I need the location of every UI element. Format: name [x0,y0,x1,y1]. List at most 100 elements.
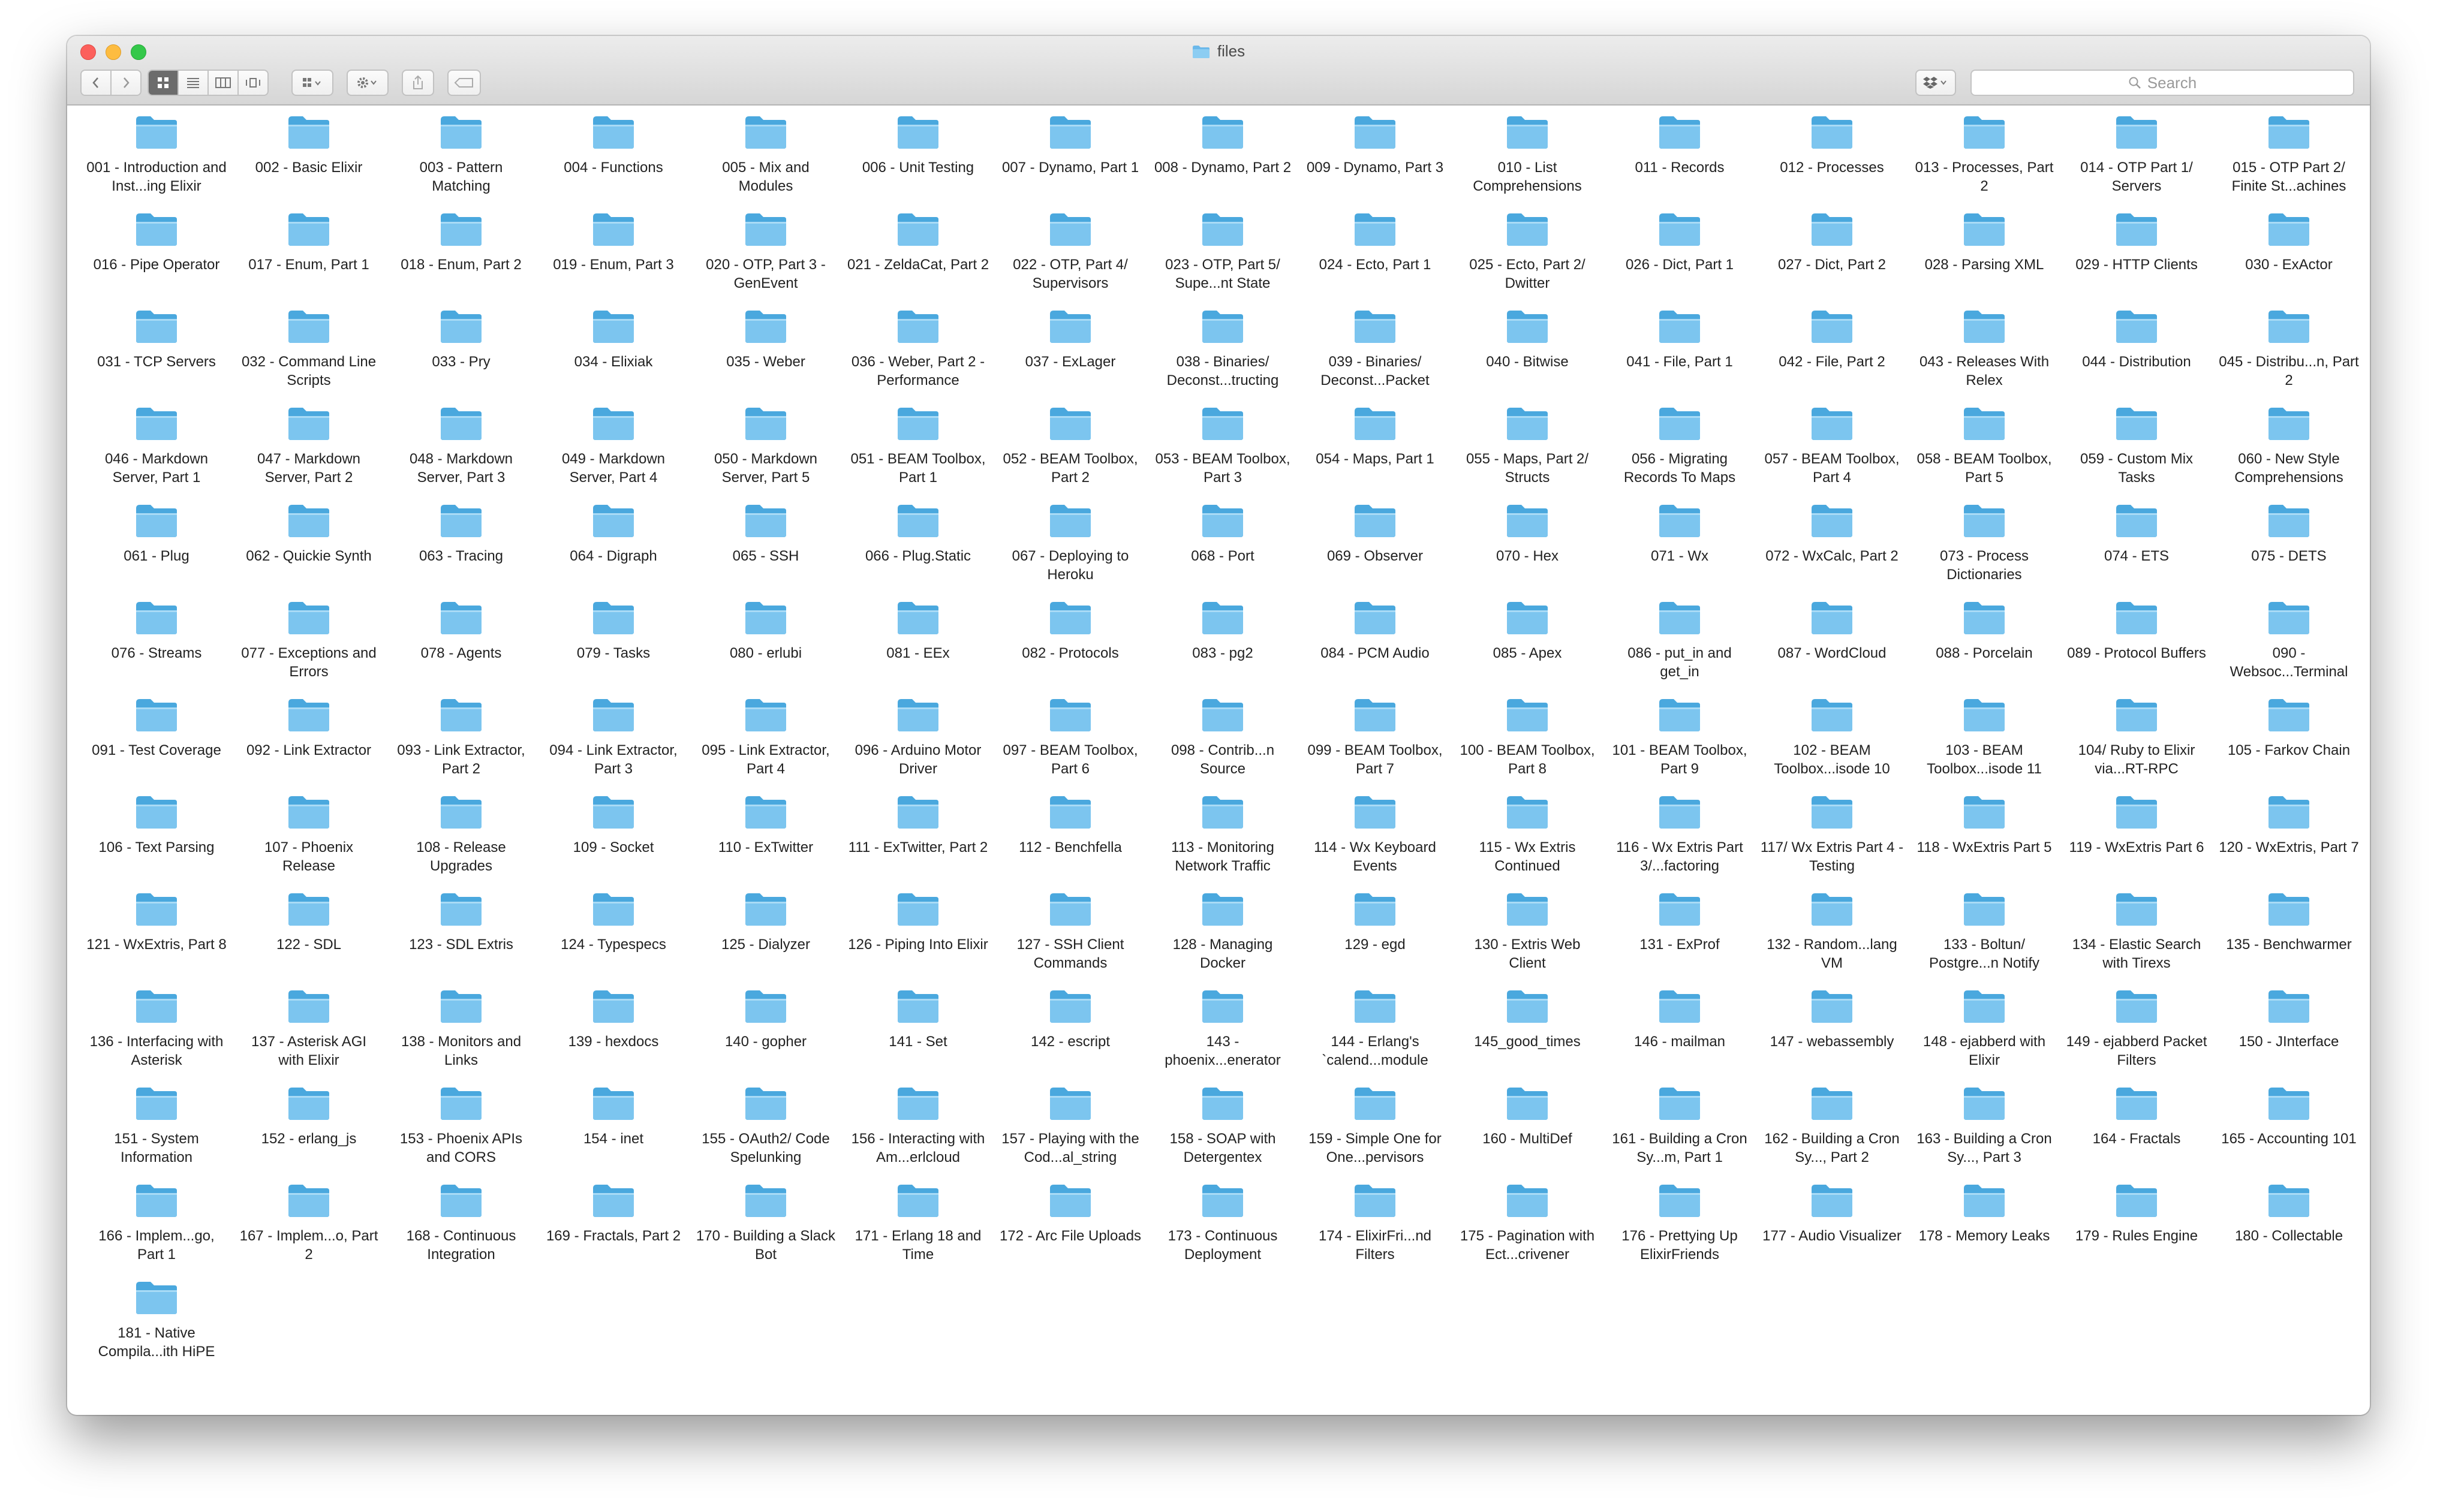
folder-item[interactable]: 037 - ExLager [994,308,1147,405]
folder-item[interactable]: 070 - Hex [1451,502,1603,600]
folder-item[interactable]: 075 - DETS [2213,502,2365,600]
folder-item[interactable]: 158 - SOAP with Detergentex [1147,1085,1299,1182]
folder-item[interactable]: 053 - BEAM Toolbox, Part 3 [1147,405,1299,502]
folder-item[interactable]: 060 - New Style Comprehensions [2213,405,2365,502]
folder-item[interactable]: 032 - Command Line Scripts [233,308,385,405]
folder-item[interactable]: 163 - Building a Cron Sy..., Part 3 [1908,1085,2060,1182]
icon-view-button[interactable] [149,71,179,95]
back-button[interactable] [82,71,112,95]
folder-item[interactable]: 095 - Link Extractor, Part 4 [690,697,842,794]
folder-item[interactable]: 106 - Text Parsing [80,794,233,891]
folder-item[interactable]: 085 - Apex [1451,600,1603,697]
folder-item[interactable]: 110 - ExTwitter [690,794,842,891]
folder-item[interactable]: 147 - webassembly [1756,988,1908,1085]
folder-item[interactable]: 154 - inet [537,1085,690,1182]
share-button[interactable] [402,70,434,96]
folder-item[interactable]: 017 - Enum, Part 1 [233,211,385,308]
folder-item[interactable]: 033 - Pry [385,308,537,405]
folder-item[interactable]: 019 - Enum, Part 3 [537,211,690,308]
folder-item[interactable]: 128 - Managing Docker [1147,891,1299,988]
folder-item[interactable]: 021 - ZeldaCat, Part 2 [842,211,994,308]
folder-item[interactable]: 098 - Contrib...n Source [1147,697,1299,794]
folder-item[interactable]: 130 - Extris Web Client [1451,891,1603,988]
folder-item[interactable]: 181 - Native Compila...ith HiPE [80,1279,233,1377]
folder-item[interactable]: 148 - ejabberd with Elixir [1908,988,2060,1085]
folder-item[interactable]: 066 - Plug.Static [842,502,994,600]
folder-item[interactable]: 169 - Fractals, Part 2 [537,1182,690,1279]
folder-item[interactable]: 016 - Pipe Operator [80,211,233,308]
folder-item[interactable]: 056 - Migrating Records To Maps [1603,405,1756,502]
folder-item[interactable]: 134 - Elastic Search with Tirexs [2060,891,2213,988]
folder-item[interactable]: 146 - mailman [1603,988,1756,1085]
forward-button[interactable] [112,71,140,95]
folder-item[interactable]: 174 - ElixirFri...nd Filters [1299,1182,1451,1279]
folder-item[interactable]: 005 - Mix and Modules [690,114,842,211]
folder-item[interactable]: 117/ Wx Extris Part 4 - Testing [1756,794,1908,891]
folder-item[interactable]: 149 - ejabberd Packet Filters [2060,988,2213,1085]
folder-item[interactable]: 118 - WxExtris Part 5 [1908,794,2060,891]
action-button[interactable] [347,70,389,96]
folder-item[interactable]: 101 - BEAM Toolbox, Part 9 [1603,697,1756,794]
folder-item[interactable]: 121 - WxExtris, Part 8 [80,891,233,988]
folder-item[interactable]: 089 - Protocol Buffers [2060,600,2213,697]
folder-item[interactable]: 036 - Weber, Part 2 - Performance [842,308,994,405]
folder-item[interactable]: 140 - gopher [690,988,842,1085]
arrange-button[interactable] [291,70,333,96]
folder-item[interactable]: 071 - Wx [1603,502,1756,600]
folder-item[interactable]: 087 - WordCloud [1756,600,1908,697]
folder-item[interactable]: 044 - Distribution [2060,308,2213,405]
folder-item[interactable]: 035 - Weber [690,308,842,405]
folder-item[interactable]: 006 - Unit Testing [842,114,994,211]
folder-item[interactable]: 177 - Audio Visualizer [1756,1182,1908,1279]
folder-item[interactable]: 161 - Building a Cron Sy...m, Part 1 [1603,1085,1756,1182]
folder-item[interactable]: 042 - File, Part 2 [1756,308,1908,405]
folder-item[interactable]: 012 - Processes [1756,114,1908,211]
folder-item[interactable]: 112 - Benchfella [994,794,1147,891]
folder-item[interactable]: 126 - Piping Into Elixir [842,891,994,988]
folder-item[interactable]: 027 - Dict, Part 2 [1756,211,1908,308]
folder-item[interactable]: 045 - Distribu...n, Part 2 [2213,308,2365,405]
folder-item[interactable]: 145_good_times [1451,988,1603,1085]
cover-flow-button[interactable] [239,71,267,95]
search-field[interactable]: Search [1970,70,2354,96]
folder-item[interactable]: 137 - Asterisk AGI with Elixir [233,988,385,1085]
folder-item[interactable]: 040 - Bitwise [1451,308,1603,405]
folder-item[interactable]: 011 - Records [1603,114,1756,211]
folder-item[interactable]: 022 - OTP, Part 4/ Supervisors [994,211,1147,308]
folder-item[interactable]: 047 - Markdown Server, Part 2 [233,405,385,502]
folder-item[interactable]: 031 - TCP Servers [80,308,233,405]
folder-item[interactable]: 122 - SDL [233,891,385,988]
folder-item[interactable]: 173 - Continuous Deployment [1147,1182,1299,1279]
folder-item[interactable]: 074 - ETS [2060,502,2213,600]
folder-item[interactable]: 116 - Wx Extris Part 3/...factoring [1603,794,1756,891]
folder-item[interactable]: 127 - SSH Client Commands [994,891,1147,988]
folder-item[interactable]: 057 - BEAM Toolbox, Part 4 [1756,405,1908,502]
folder-item[interactable]: 129 - egd [1299,891,1451,988]
folder-item[interactable]: 152 - erlang_js [233,1085,385,1182]
folder-item[interactable]: 084 - PCM Audio [1299,600,1451,697]
folder-item[interactable]: 020 - OTP, Part 3 - GenEvent [690,211,842,308]
folder-item[interactable]: 172 - Arc File Uploads [994,1182,1147,1279]
tags-button[interactable] [447,70,481,96]
folder-item[interactable]: 094 - Link Extractor, Part 3 [537,697,690,794]
folder-item[interactable]: 034 - Elixiak [537,308,690,405]
folder-item[interactable]: 167 - Implem...o, Part 2 [233,1182,385,1279]
folder-item[interactable]: 078 - Agents [385,600,537,697]
folder-item[interactable]: 164 - Fractals [2060,1085,2213,1182]
folder-item[interactable]: 113 - Monitoring Network Traffic [1147,794,1299,891]
folder-item[interactable]: 131 - ExProf [1603,891,1756,988]
folder-item[interactable]: 104/ Ruby to Elixir via...RT-RPC [2060,697,2213,794]
folder-item[interactable]: 030 - ExActor [2213,211,2365,308]
folder-item[interactable]: 091 - Test Coverage [80,697,233,794]
folder-item[interactable]: 175 - Pagination with Ect...crivener [1451,1182,1603,1279]
folder-item[interactable]: 008 - Dynamo, Part 2 [1147,114,1299,211]
folder-item[interactable]: 079 - Tasks [537,600,690,697]
folder-item[interactable]: 051 - BEAM Toolbox, Part 1 [842,405,994,502]
folder-item[interactable]: 059 - Custom Mix Tasks [2060,405,2213,502]
folder-item[interactable]: 138 - Monitors and Links [385,988,537,1085]
folder-item[interactable]: 139 - hexdocs [537,988,690,1085]
folder-item[interactable]: 135 - Benchwarmer [2213,891,2365,988]
folder-item[interactable]: 179 - Rules Engine [2060,1182,2213,1279]
folder-item[interactable]: 096 - Arduino Motor Driver [842,697,994,794]
folder-item[interactable]: 025 - Ecto, Part 2/ Dwitter [1451,211,1603,308]
